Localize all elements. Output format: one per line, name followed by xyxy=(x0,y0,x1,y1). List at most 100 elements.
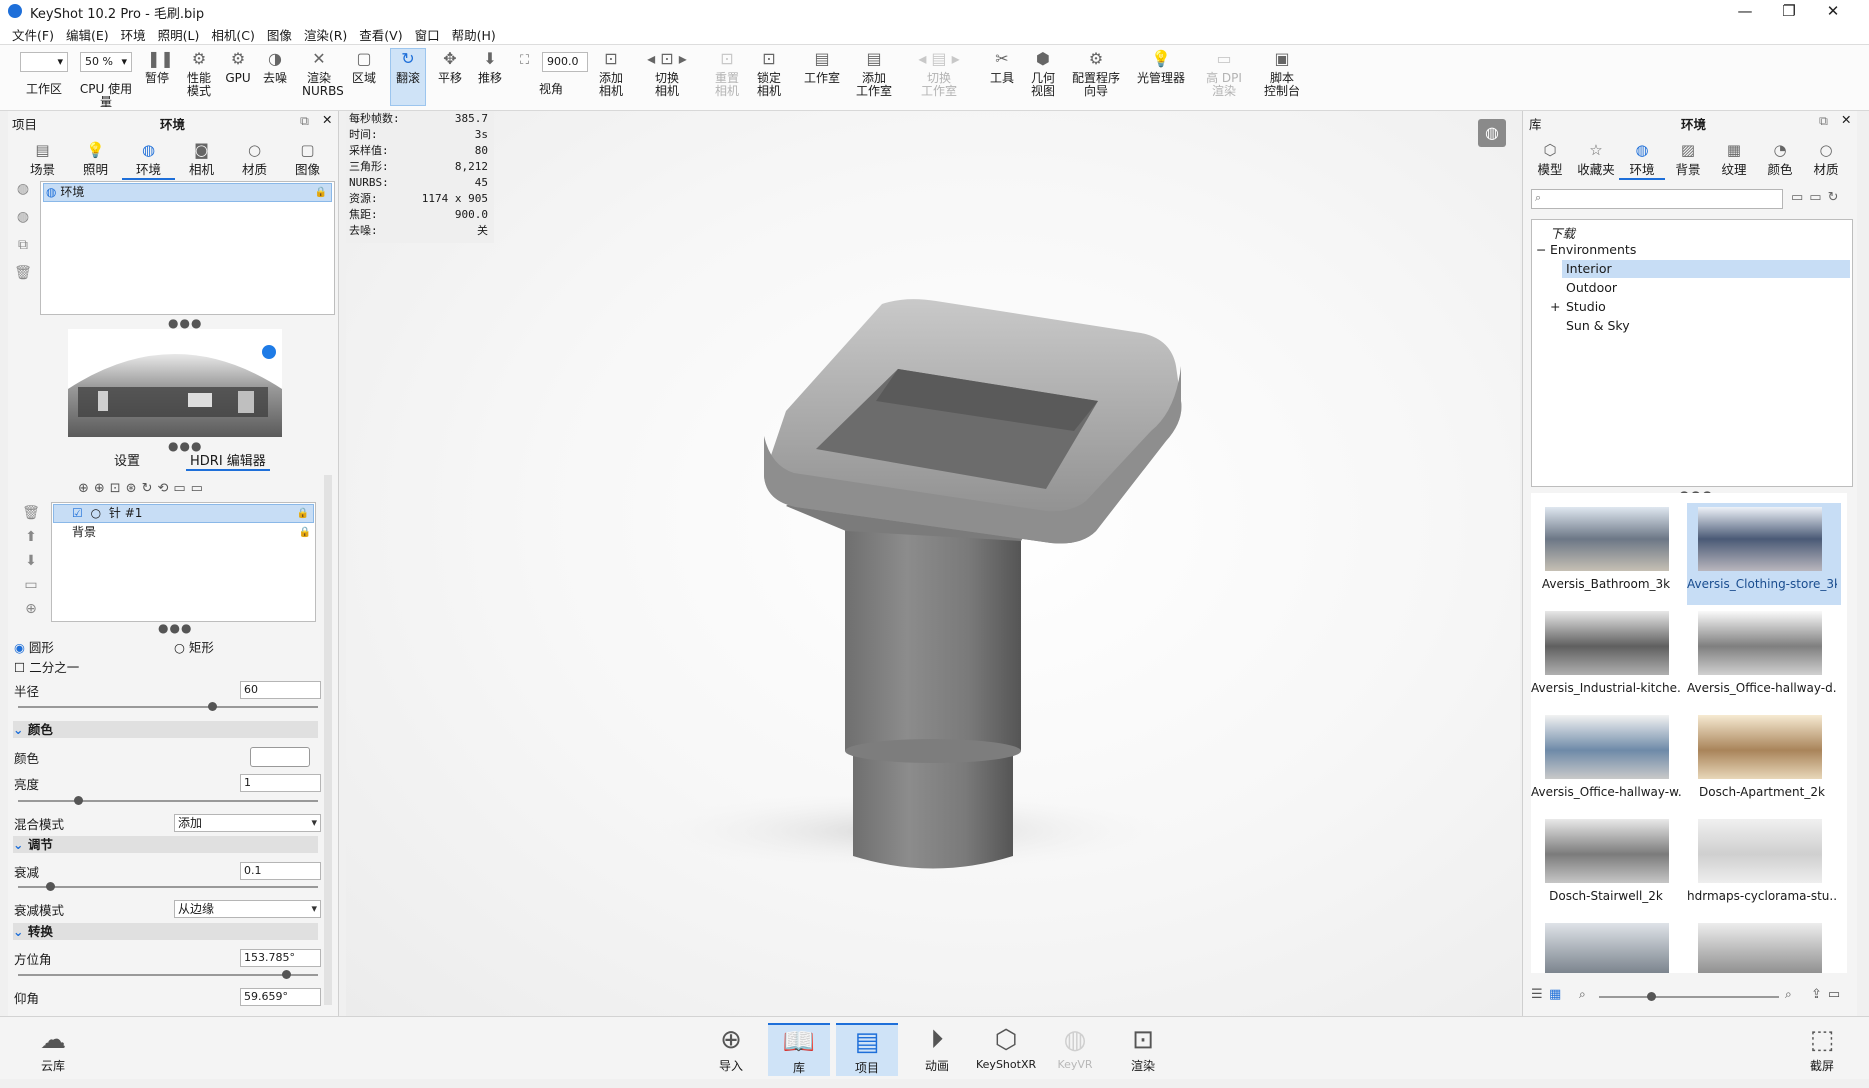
thumbnail-image[interactable] xyxy=(1545,819,1669,883)
render-nurbs-button[interactable]: ✕ 渲染 NURBS xyxy=(302,49,344,98)
thumbnail-image[interactable] xyxy=(1698,715,1822,779)
light-manager-button[interactable]: 💡 光管理器 xyxy=(1134,49,1188,85)
thumbnail-label[interactable]: Aversis_Office-hallway-d... xyxy=(1687,681,1837,695)
color-swatch[interactable] xyxy=(250,747,310,767)
thumbnail-label[interactable]: hdrmaps-cyclorama-stu... xyxy=(1687,889,1837,903)
import-button[interactable]: ⊕ 导入 xyxy=(700,1023,762,1074)
geometry-view-button[interactable]: ⬢ 几何 视图 xyxy=(1028,49,1058,98)
delete-environment-icon[interactable]: 🗑 xyxy=(14,265,32,283)
tree-item-sun-sky[interactable]: Sun & Sky xyxy=(1566,318,1630,333)
resize-grip[interactable]: ●●● xyxy=(168,316,202,330)
half-checkbox[interactable]: ☐ 二分之一 xyxy=(14,657,79,676)
pause-button[interactable]: ❚❚ 暂停 xyxy=(142,49,174,85)
tab-models[interactable]: ⬡ 模型 xyxy=(1527,139,1573,180)
tab-colors[interactable]: ◔ 颜色 xyxy=(1757,139,1803,180)
brightness-input[interactable]: 1 xyxy=(240,774,321,792)
switch-studio-button[interactable]: ◂ ▤ ▸ 切换 工作室 xyxy=(912,49,966,98)
keyvr-button[interactable]: ◍ KeyVR xyxy=(1044,1023,1106,1071)
animation-button[interactable]: ⏵ 动画 xyxy=(906,1023,968,1074)
menu-help[interactable]: 帮助(H) xyxy=(446,22,502,47)
tab-lighting[interactable]: 💡 照明 xyxy=(69,139,122,180)
studio-button[interactable]: ▤ 工作室 xyxy=(802,49,842,85)
menu-image[interactable]: 图像 xyxy=(261,22,298,47)
denoise-button[interactable]: ◑ 去噪 xyxy=(260,49,290,85)
menu-render[interactable]: 渲染(R) xyxy=(298,22,353,47)
thumbnail-size-slider[interactable] xyxy=(1599,996,1779,998)
menu-environment[interactable]: 环境 xyxy=(115,22,152,47)
thumbnail-image[interactable] xyxy=(1545,507,1669,571)
model-brush-holder[interactable] xyxy=(346,111,1520,1016)
folder-icon[interactable]: ▭ xyxy=(22,577,40,595)
undock-icon[interactable]: ⧉ xyxy=(300,113,309,129)
menu-window[interactable]: 窗口 xyxy=(409,22,446,47)
pin-marker-icon[interactable] xyxy=(260,343,278,361)
delete-pin-icon[interactable]: 🗑 xyxy=(22,505,40,523)
tree-item-studio[interactable]: Studio xyxy=(1566,299,1606,314)
tab-image[interactable]: ▢ 图像 xyxy=(281,139,334,180)
falloff-slider-handle[interactable] xyxy=(46,882,55,891)
tree-item-outdoor[interactable]: Outdoor xyxy=(1566,280,1617,295)
list-view-icon[interactable]: ☰ xyxy=(1531,987,1543,1002)
render-button[interactable]: ⊡ 渲染 xyxy=(1112,1023,1174,1074)
tree-item-interior[interactable]: Interior xyxy=(1566,261,1612,276)
grid-view-icon[interactable]: ▦ xyxy=(1549,987,1561,1002)
shape-rect-radio[interactable]: ○ 矩形 xyxy=(174,637,214,656)
thumbnail-label[interactable]: Dosch-Stairwell_2k xyxy=(1531,889,1681,903)
fov-input[interactable]: 900.0 xyxy=(542,52,588,72)
tools-button[interactable]: ✂ 工具 xyxy=(988,49,1016,85)
close-panel-icon[interactable]: ✕ xyxy=(1841,112,1851,127)
tumble-button[interactable]: ↻ 翻滚 xyxy=(390,48,426,106)
falloff-slider[interactable] xyxy=(18,886,318,888)
brightness-slider-handle[interactable] xyxy=(74,796,83,805)
tab-hdri-editor[interactable]: HDRI 编辑器 xyxy=(186,450,270,471)
section-color[interactable]: ⌄ 颜色 xyxy=(13,721,318,738)
close-panel-icon[interactable]: ✕ xyxy=(322,112,332,127)
tab-settings[interactable]: 设置 xyxy=(114,450,140,469)
pin-list-item[interactable]: 背景 🔒 xyxy=(52,524,315,541)
menu-view[interactable]: 查看(V) xyxy=(353,22,408,47)
zoom-in-icon[interactable]: ⌕ xyxy=(1785,987,1792,1002)
performance-mode-button[interactable]: ⚙ 性能 模式 xyxy=(182,49,216,98)
target-icon[interactable]: ⊕ xyxy=(22,601,40,619)
tab-environments[interactable]: ◍ 环境 xyxy=(1619,139,1665,180)
tab-camera[interactable]: ◙ 相机 xyxy=(175,139,228,180)
reset-camera-button[interactable]: ⊡ 重置 相机 xyxy=(712,49,742,98)
tab-backgrounds[interactable]: ▨ 背景 xyxy=(1665,139,1711,180)
blend-mode-select[interactable]: 添加 xyxy=(174,814,321,832)
hdri-preview[interactable] xyxy=(68,329,282,437)
scrollbar[interactable] xyxy=(324,475,332,1005)
render-viewport[interactable]: ◍ xyxy=(346,111,1520,1016)
gpu-button[interactable]: ⚙ GPU xyxy=(224,49,252,85)
tree-expand-icon[interactable]: + xyxy=(1550,299,1560,314)
thumbnail-image[interactable] xyxy=(1545,923,1669,973)
hidpi-render-button[interactable]: ▭ 高 DPI 渲染 xyxy=(1204,49,1244,98)
tree-expand-icon[interactable]: − xyxy=(1536,242,1546,257)
tab-scene[interactable]: ▤ 场景 xyxy=(16,139,69,180)
environment-globe-icon[interactable]: ◍ xyxy=(1478,119,1506,147)
move-down-icon[interactable]: ⬇ xyxy=(22,553,40,571)
section-adjust[interactable]: ⌄ 调节 xyxy=(13,836,318,853)
move-up-icon[interactable]: ⬆ xyxy=(22,529,40,547)
thumbnail-image[interactable] xyxy=(1698,819,1822,883)
azimuth-slider-handle[interactable] xyxy=(282,970,291,979)
azimuth-slider[interactable] xyxy=(18,974,318,976)
zoom-out-icon[interactable]: ⌕ xyxy=(1579,987,1586,1002)
section-transform[interactable]: ⌄ 转换 xyxy=(13,923,318,940)
pan-button[interactable]: ✥ 平移 xyxy=(436,49,464,85)
tree-item-downloads[interactable]: 下载 xyxy=(1550,223,1575,242)
switch-camera-button[interactable]: ◂ ⊡ ▸ 切换 相机 xyxy=(642,49,692,98)
tab-favorites[interactable]: ☆ 收藏夹 xyxy=(1573,139,1619,180)
menu-lighting[interactable]: 照明(L) xyxy=(152,22,206,47)
thumbnail-label[interactable]: Dosch-Apartment_2k xyxy=(1687,785,1837,799)
menu-edit[interactable]: 编辑(E) xyxy=(60,22,115,47)
script-console-button[interactable]: ▣ 脚本 控制台 xyxy=(1262,49,1302,98)
lock-camera-button[interactable]: ⊡ 锁定 相机 xyxy=(754,49,784,98)
library-folder-actions[interactable]: ▭▭↻ xyxy=(1791,190,1844,205)
maximize-button[interactable]: ❐ xyxy=(1767,0,1811,22)
menu-file[interactable]: 文件(F) xyxy=(6,22,60,47)
menu-camera[interactable]: 相机(C) xyxy=(205,22,260,47)
add-camera-button[interactable]: ⊡ 添加 相机 xyxy=(596,49,626,98)
screenshot-button[interactable]: ⬚ 截屏 xyxy=(1791,1023,1853,1074)
region-button[interactable]: ▢ 区域 xyxy=(350,49,378,85)
thumbnail-label[interactable]: Aversis_Clothing-store_3k xyxy=(1687,577,1837,591)
